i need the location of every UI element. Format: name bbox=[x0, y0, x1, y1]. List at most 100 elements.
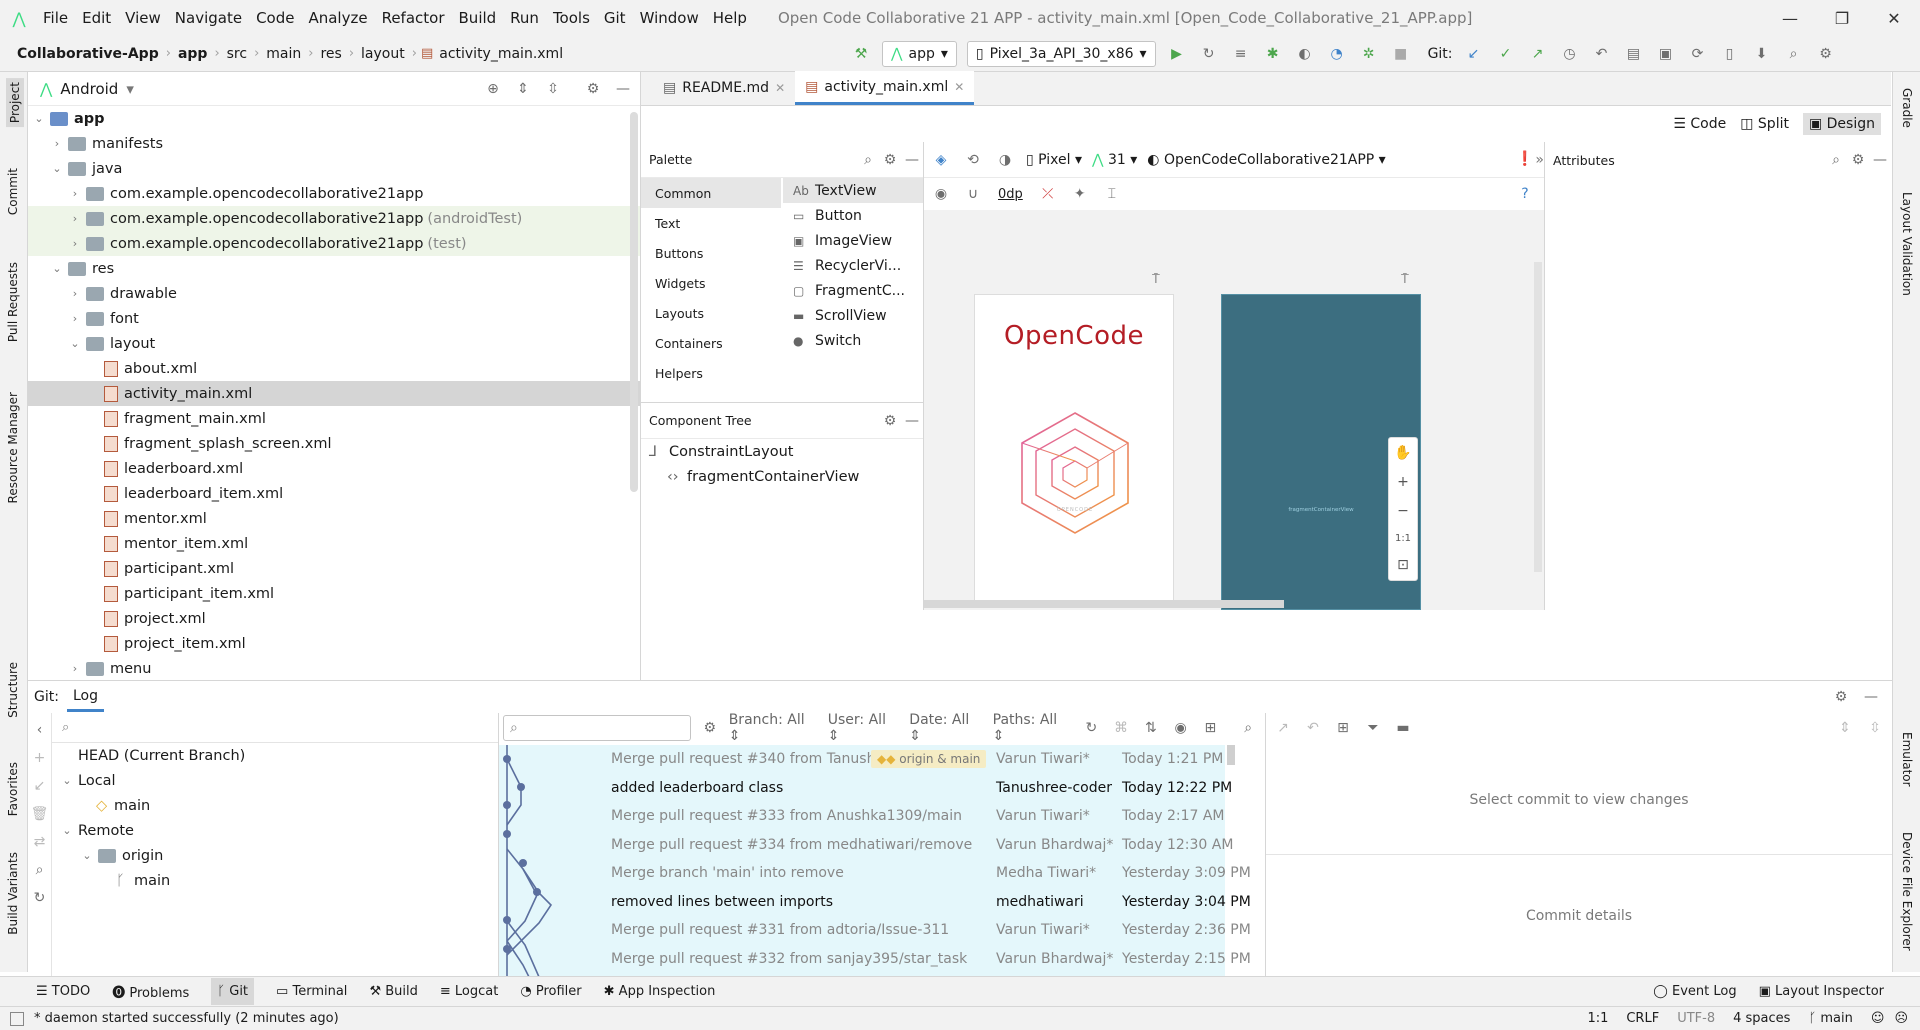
tool-tab-resource-manager[interactable]: Resource Manager bbox=[6, 392, 20, 503]
tree-item[interactable]: ⌄ res bbox=[28, 256, 640, 281]
breadcrumb-item[interactable]: layout bbox=[358, 46, 408, 62]
breadcrumb-item[interactable]: Collaborative-App bbox=[14, 46, 162, 62]
collapse-all-icon[interactable]: ⇳ bbox=[542, 78, 564, 100]
show-diff-icon[interactable]: ↗ bbox=[1272, 717, 1294, 739]
palette-widget[interactable]: ▭ Button bbox=[783, 203, 923, 228]
tree-item[interactable]: › com.example.opencodecollaborative21app(… bbox=[28, 231, 640, 256]
tree-item-fragmentcontainerview[interactable]: ‹› fragmentContainerView bbox=[641, 464, 923, 489]
tool-problems[interactable]: ⓿ Problems bbox=[112, 982, 189, 1001]
tree-item[interactable]: about.xml bbox=[28, 356, 640, 381]
infer-constraints-icon[interactable]: ✦ bbox=[1069, 183, 1091, 205]
zoom-in-icon[interactable]: + bbox=[1397, 474, 1409, 490]
tool-layout-inspector[interactable]: ▣ Layout Inspector bbox=[1759, 984, 1884, 999]
chevron-right-icon[interactable]: › bbox=[50, 137, 64, 150]
search-icon[interactable]: ⌕ bbox=[1825, 149, 1847, 171]
editor-tab[interactable]: ▤ README.md ✕ bbox=[653, 71, 795, 105]
attach-debugger-icon[interactable]: ✲ bbox=[1358, 43, 1380, 65]
settings-icon[interactable]: ⚙ bbox=[1815, 43, 1837, 65]
commit-row[interactable]: Merge branch 'main' into remove Medha Tiw… bbox=[499, 859, 1251, 888]
collapse-all-icon[interactable]: ⇳ bbox=[1864, 717, 1886, 739]
menu-build[interactable]: Build bbox=[452, 9, 504, 27]
tree-item-constraintlayout[interactable]: ⅃ ConstraintLayout bbox=[641, 439, 923, 464]
tool-tab-layout-validation[interactable]: Layout Validation bbox=[1900, 192, 1914, 296]
tool-app-inspection[interactable]: ✱ App Inspection bbox=[604, 984, 716, 999]
tool-build[interactable]: ⚒ Build bbox=[369, 984, 417, 999]
commit-row[interactable]: Merge pull request #340 from Tanushree-c… bbox=[499, 745, 1225, 774]
tool-tab-build-variants[interactable]: Build Variants bbox=[6, 852, 20, 935]
api-dropdown[interactable]: ⋀ 31 ▾ bbox=[1092, 152, 1137, 168]
commit-row[interactable]: Merge pull request #331 from adtoria/Iss… bbox=[499, 916, 1251, 945]
palette-widget[interactable]: ☰ RecyclerVi... bbox=[783, 253, 923, 278]
log-search-input[interactable]: ⌕ bbox=[503, 715, 691, 741]
apply-changes-icon[interactable]: ≡ bbox=[1230, 43, 1252, 65]
git-branch-widget[interactable]: ᚴ main bbox=[1808, 1011, 1852, 1026]
menu-help[interactable]: Help bbox=[706, 9, 754, 27]
help-icon[interactable]: ? bbox=[1514, 183, 1536, 205]
tool-git[interactable]: ᚴ Git bbox=[211, 978, 255, 1005]
tool-todo[interactable]: ☰ TODO bbox=[36, 984, 90, 999]
sdk-manager-icon[interactable]: ⬇ bbox=[1751, 43, 1773, 65]
gear-icon[interactable]: ⚙ bbox=[879, 149, 901, 171]
chevron-right-icon[interactable]: › bbox=[68, 212, 82, 225]
tool-tab-favorites[interactable]: Favorites bbox=[6, 762, 20, 816]
filter-icon[interactable]: ⏷ bbox=[1362, 717, 1384, 739]
chevron-right-icon[interactable]: › bbox=[68, 662, 82, 675]
menu-file[interactable]: File bbox=[36, 9, 75, 27]
smiley-sad-icon[interactable]: ☹ bbox=[1894, 1011, 1908, 1026]
refresh-icon[interactable]: ↻ bbox=[1080, 717, 1102, 739]
git-update-icon[interactable]: ↙ bbox=[1463, 43, 1485, 65]
guidelines-icon[interactable]: ⌶ bbox=[1101, 183, 1123, 205]
indent-setting[interactable]: 4 spaces bbox=[1733, 1011, 1790, 1026]
menu-git[interactable]: Git bbox=[597, 9, 633, 27]
hide-icon[interactable]: — bbox=[1860, 686, 1882, 708]
design-preview[interactable]: OpenCode OPENCODE bbox=[974, 294, 1174, 604]
branch-origin[interactable]: ⌄ origin bbox=[52, 843, 498, 868]
locate-icon[interactable]: ⊕ bbox=[482, 78, 504, 100]
menu-tools[interactable]: Tools bbox=[546, 9, 597, 27]
gear-icon[interactable]: ⚙ bbox=[879, 410, 901, 432]
project-view-select[interactable]: Android bbox=[60, 80, 118, 98]
zoom-actual-size[interactable]: 1:1 bbox=[1395, 533, 1411, 544]
chevron-down-icon[interactable]: ▾ bbox=[126, 80, 134, 98]
palette-widget[interactable]: ▣ ImageView bbox=[783, 228, 923, 253]
file-encoding[interactable]: UTF-8 bbox=[1677, 1011, 1715, 1026]
menu-code[interactable]: Code bbox=[249, 9, 301, 27]
commit-row[interactable]: Merge pull request #334 from medhatiwari… bbox=[499, 831, 1233, 860]
checkout-icon[interactable]: ↙ bbox=[29, 775, 51, 797]
branch-origin-main[interactable]: ᚴ main bbox=[52, 868, 498, 893]
commit-row[interactable]: removed lines between imports medhatiwari… bbox=[499, 888, 1251, 917]
tree-item[interactable]: › menu bbox=[28, 656, 640, 681]
tool-tab-structure[interactable]: Structure bbox=[6, 662, 20, 718]
log-scrollbar[interactable] bbox=[1227, 745, 1235, 765]
breadcrumb-item[interactable]: activity_main.xml bbox=[436, 46, 566, 62]
tree-item[interactable]: ⌄ java bbox=[28, 156, 640, 181]
user-filter[interactable]: User: All ⇕ bbox=[828, 712, 902, 744]
sync-gradle-icon[interactable]: ⟳ bbox=[1687, 43, 1709, 65]
revert-icon[interactable]: ↶ bbox=[1302, 717, 1324, 739]
paths-filter[interactable]: Paths: All ⇕ bbox=[993, 712, 1073, 744]
eye-icon[interactable]: ◉ bbox=[1170, 717, 1192, 739]
run-config-select[interactable]: ⋀ app ▾ bbox=[882, 40, 957, 67]
tool-profiler[interactable]: ◔ Profiler bbox=[520, 984, 581, 999]
tree-item[interactable]: › drawable bbox=[28, 281, 640, 306]
chevron-down-icon[interactable]: ⌄ bbox=[50, 262, 64, 275]
tree-item[interactable]: ⌄ app bbox=[28, 106, 640, 131]
orientation-icon[interactable]: ⟲ bbox=[962, 149, 984, 171]
menu-analyze[interactable]: Analyze bbox=[301, 9, 374, 27]
chevron-right-icon[interactable]: › bbox=[68, 287, 82, 300]
tree-item[interactable]: fragment_main.xml bbox=[28, 406, 640, 431]
avd-manager-icon[interactable]: ▣ bbox=[1655, 43, 1677, 65]
layout-icon[interactable]: ▬ bbox=[1392, 717, 1414, 739]
palette-widget[interactable]: Ab TextView bbox=[783, 178, 923, 203]
tool-tab-gradle[interactable]: Gradle bbox=[1900, 88, 1914, 128]
scrollbar[interactable] bbox=[630, 112, 638, 492]
tree-item[interactable]: activity_main.xml bbox=[28, 381, 640, 406]
menu-edit[interactable]: Edit bbox=[75, 9, 118, 27]
tree-item[interactable]: ⌄ layout bbox=[28, 331, 640, 356]
pan-hand-icon[interactable]: ✋ bbox=[1394, 445, 1411, 461]
tree-item[interactable]: participant_item.xml bbox=[28, 581, 640, 606]
close-tab-icon[interactable]: ✕ bbox=[954, 80, 964, 94]
go-to-hash-icon[interactable]: ⊞ bbox=[1199, 717, 1221, 739]
git-push-icon[interactable]: ↗ bbox=[1527, 43, 1549, 65]
device-dropdown[interactable]: ▯ Pixel ▾ bbox=[1026, 152, 1082, 168]
